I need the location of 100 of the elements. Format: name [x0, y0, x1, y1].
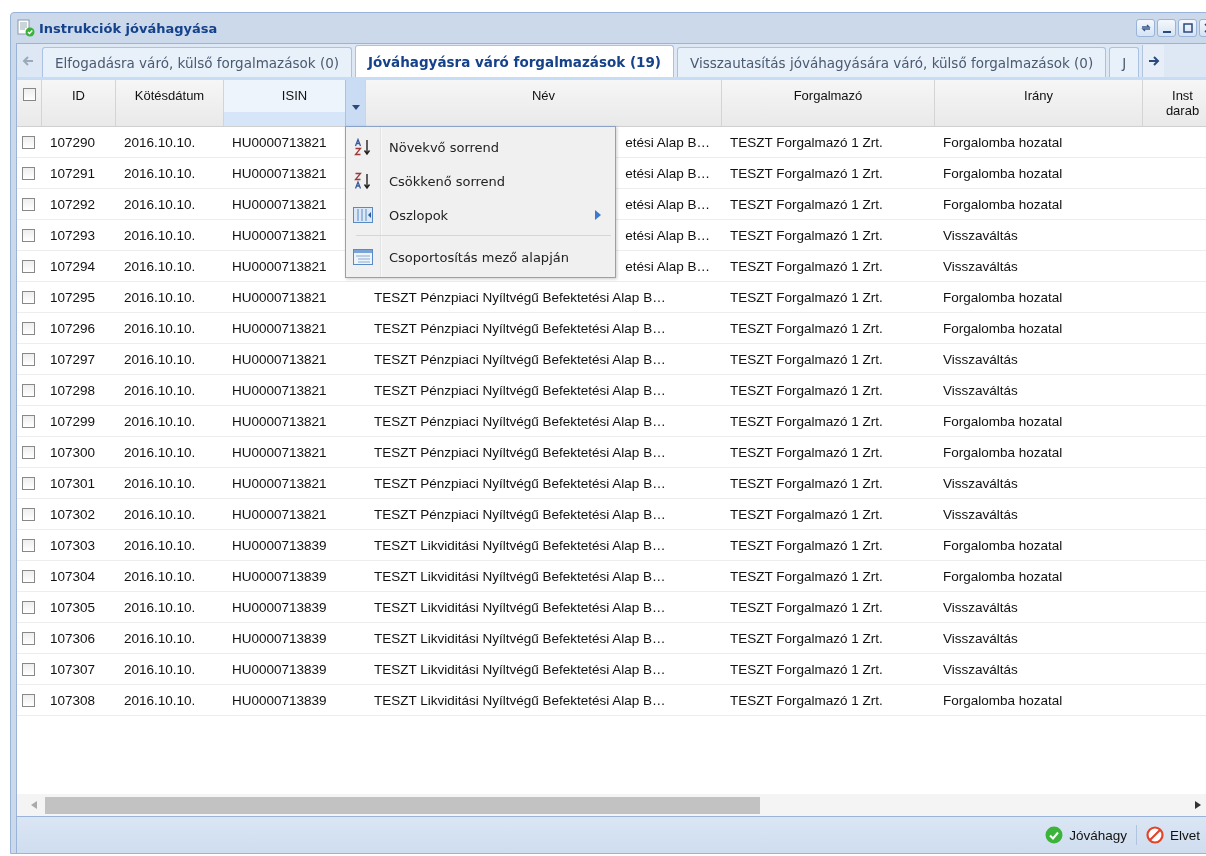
column-header[interactable]: Inst darab — [1143, 80, 1206, 126]
table-cell: Forgalomba hozatal — [943, 196, 1063, 212]
table-cell: HU0000713839 — [232, 599, 327, 615]
table-cell: 2016.10.10. — [124, 475, 196, 491]
table-cell: 2016.10.10. — [124, 568, 196, 584]
table-cell: 2016.10.10. — [124, 692, 196, 708]
table-cell: 2016.10.10. — [124, 382, 196, 398]
table-cell: 2016.10.10. — [124, 227, 196, 243]
table-cell: 107301 — [50, 475, 96, 491]
table-cell: 2016.10.10. — [124, 413, 196, 429]
table-cell: HU0000713839 — [232, 537, 327, 553]
table-cell: TESZT Pénzpiaci Nyíltvégű Befektetési Alap B… — [374, 351, 666, 367]
table-cell: TESZT Forgalmazó 1 Zrt. — [730, 444, 883, 460]
table-cell: 2016.10.10. — [124, 134, 196, 150]
table-cell: etési Alap B… — [625, 196, 710, 212]
table-cell: TESZT Likviditási Nyíltvégű Befektetési Alap B… — [374, 568, 666, 584]
table-cell: HU0000713821 — [232, 227, 327, 243]
table-cell: 107293 — [50, 227, 96, 243]
table-cell: 107296 — [50, 320, 96, 336]
column-header[interactable]: Irány — [935, 80, 1143, 126]
table-cell: TESZT Forgalmazó 1 Zrt. — [730, 506, 883, 522]
table-cell: HU0000713821 — [232, 165, 327, 181]
table-cell: HU0000713821 — [232, 134, 327, 150]
table-cell: TESZT Forgalmazó 1 Zrt. — [730, 196, 883, 212]
table-cell: Visszaváltás — [943, 599, 1018, 615]
table-cell: TESZT Forgalmazó 1 Zrt. — [730, 413, 883, 429]
reject-button[interactable]: Elvet — [1141, 823, 1205, 847]
column-header[interactable]: Forgalmazó — [722, 80, 935, 126]
table-cell: Forgalomba hozatal — [943, 568, 1063, 584]
table-cell: 107298 — [50, 382, 96, 398]
table-cell: TESZT Forgalmazó 1 Zrt. — [730, 351, 883, 367]
table-cell: HU0000713821 — [232, 413, 327, 429]
table-cell: HU0000713821 — [232, 444, 327, 460]
table-cell: TESZT Forgalmazó 1 Zrt. — [730, 134, 883, 150]
menu-item[interactable]: Oszlopok — [346, 198, 615, 232]
tab[interactable]: Jóváhagyásra váró forgalmazások (19) — [355, 45, 675, 77]
table-cell: 107297 — [50, 351, 96, 367]
table-cell: 107294 — [50, 258, 96, 274]
table-cell: TESZT Forgalmazó 1 Zrt. — [730, 382, 883, 398]
table-cell: Forgalomba hozatal — [943, 134, 1063, 150]
tab[interactable]: Visszautasítás jóváhagyására váró, külső forgalmazások (0) — [677, 47, 1107, 77]
table-cell: 2016.10.10. — [124, 196, 196, 212]
table-cell: HU0000713839 — [232, 568, 327, 584]
table-cell: 107290 — [50, 134, 96, 150]
table-cell: TESZT Pénzpiaci Nyíltvégű Befektetési Alap B… — [374, 320, 666, 336]
table-cell: Visszaváltás — [943, 475, 1018, 491]
table-cell: etési Alap B… — [625, 227, 710, 243]
table-cell: 2016.10.10. — [124, 506, 196, 522]
table-cell: 2016.10.10. — [124, 165, 196, 181]
table-cell: TESZT Likviditási Nyíltvégű Befektetési Alap B… — [374, 537, 666, 553]
table-cell: TESZT Forgalmazó 1 Zrt. — [730, 320, 883, 336]
table-cell: Forgalomba hozatal — [943, 692, 1063, 708]
table-cell: HU0000713821 — [232, 289, 327, 305]
table-cell: 2016.10.10. — [124, 444, 196, 460]
table-cell: etési Alap B… — [625, 165, 710, 181]
table-cell: Forgalomba hozatal — [943, 320, 1063, 336]
table-cell: Visszaváltás — [943, 227, 1018, 243]
table-cell: Visszaváltás — [943, 351, 1018, 367]
table-cell: 107295 — [50, 289, 96, 305]
table-cell: TESZT Forgalmazó 1 Zrt. — [730, 258, 883, 274]
table-cell: TESZT Forgalmazó 1 Zrt. — [730, 475, 883, 491]
table-cell: Visszaváltás — [943, 258, 1018, 274]
table-cell: Visszaváltás — [943, 506, 1018, 522]
table-cell: TESZT Pénzpiaci Nyíltvégű Befektetési Alap B… — [374, 289, 666, 305]
table-cell: TESZT Forgalmazó 1 Zrt. — [730, 692, 883, 708]
table-cell: TESZT Forgalmazó 1 Zrt. — [730, 289, 883, 305]
table-cell: 2016.10.10. — [124, 661, 196, 677]
table-cell: Visszaváltás — [943, 382, 1018, 398]
table-cell: 107291 — [50, 165, 96, 181]
table-cell: 107300 — [50, 444, 96, 460]
table-cell: HU0000713821 — [232, 351, 327, 367]
table-cell: TESZT Pénzpiaci Nyíltvégű Befektetési Alap B… — [374, 444, 666, 460]
table-cell: TESZT Likviditási Nyíltvégű Befektetési Alap B… — [374, 630, 666, 646]
table-cell: 107307 — [50, 661, 96, 677]
table-cell: HU0000713821 — [232, 258, 327, 274]
tab[interactable]: J — [1109, 47, 1140, 77]
table-cell: TESZT Likviditási Nyíltvégű Befektetési Alap B… — [374, 661, 666, 677]
column-header[interactable]: ID — [42, 80, 116, 126]
table-cell: 107299 — [50, 413, 96, 429]
table-cell: 2016.10.10. — [124, 599, 196, 615]
table-cell: HU0000713821 — [232, 320, 327, 336]
table-cell: TESZT Forgalmazó 1 Zrt. — [730, 630, 883, 646]
table-cell: 2016.10.10. — [124, 289, 196, 305]
table-cell: HU0000713821 — [232, 382, 327, 398]
table-cell: 107308 — [50, 692, 96, 708]
table-cell: TESZT Pénzpiaci Nyíltvégű Befektetési Alap B… — [374, 382, 666, 398]
table-cell: etési Alap B… — [625, 134, 710, 150]
column-header[interactable]: ISIN — [224, 80, 366, 126]
table-cell: HU0000713821 — [232, 196, 327, 212]
tab[interactable]: Elfogadásra váró, külső forgalmazások (0) — [42, 47, 352, 77]
menu-item[interactable]: Növekvő sorrend — [346, 130, 615, 164]
table-cell: Forgalomba hozatal — [943, 165, 1063, 181]
menu-item[interactable]: Csoportosítás mező alapján — [346, 240, 615, 274]
menu-item[interactable]: Csökkenő sorrend — [346, 164, 615, 198]
table-cell: HU0000713839 — [232, 661, 327, 677]
table-cell: 107304 — [50, 568, 96, 584]
table-cell: TESZT Pénzpiaci Nyíltvégű Befektetési Alap B… — [374, 506, 666, 522]
table-cell: 2016.10.10. — [124, 258, 196, 274]
table-cell: HU0000713839 — [232, 630, 327, 646]
approve-button[interactable]: Jóváhagy — [1040, 823, 1132, 847]
